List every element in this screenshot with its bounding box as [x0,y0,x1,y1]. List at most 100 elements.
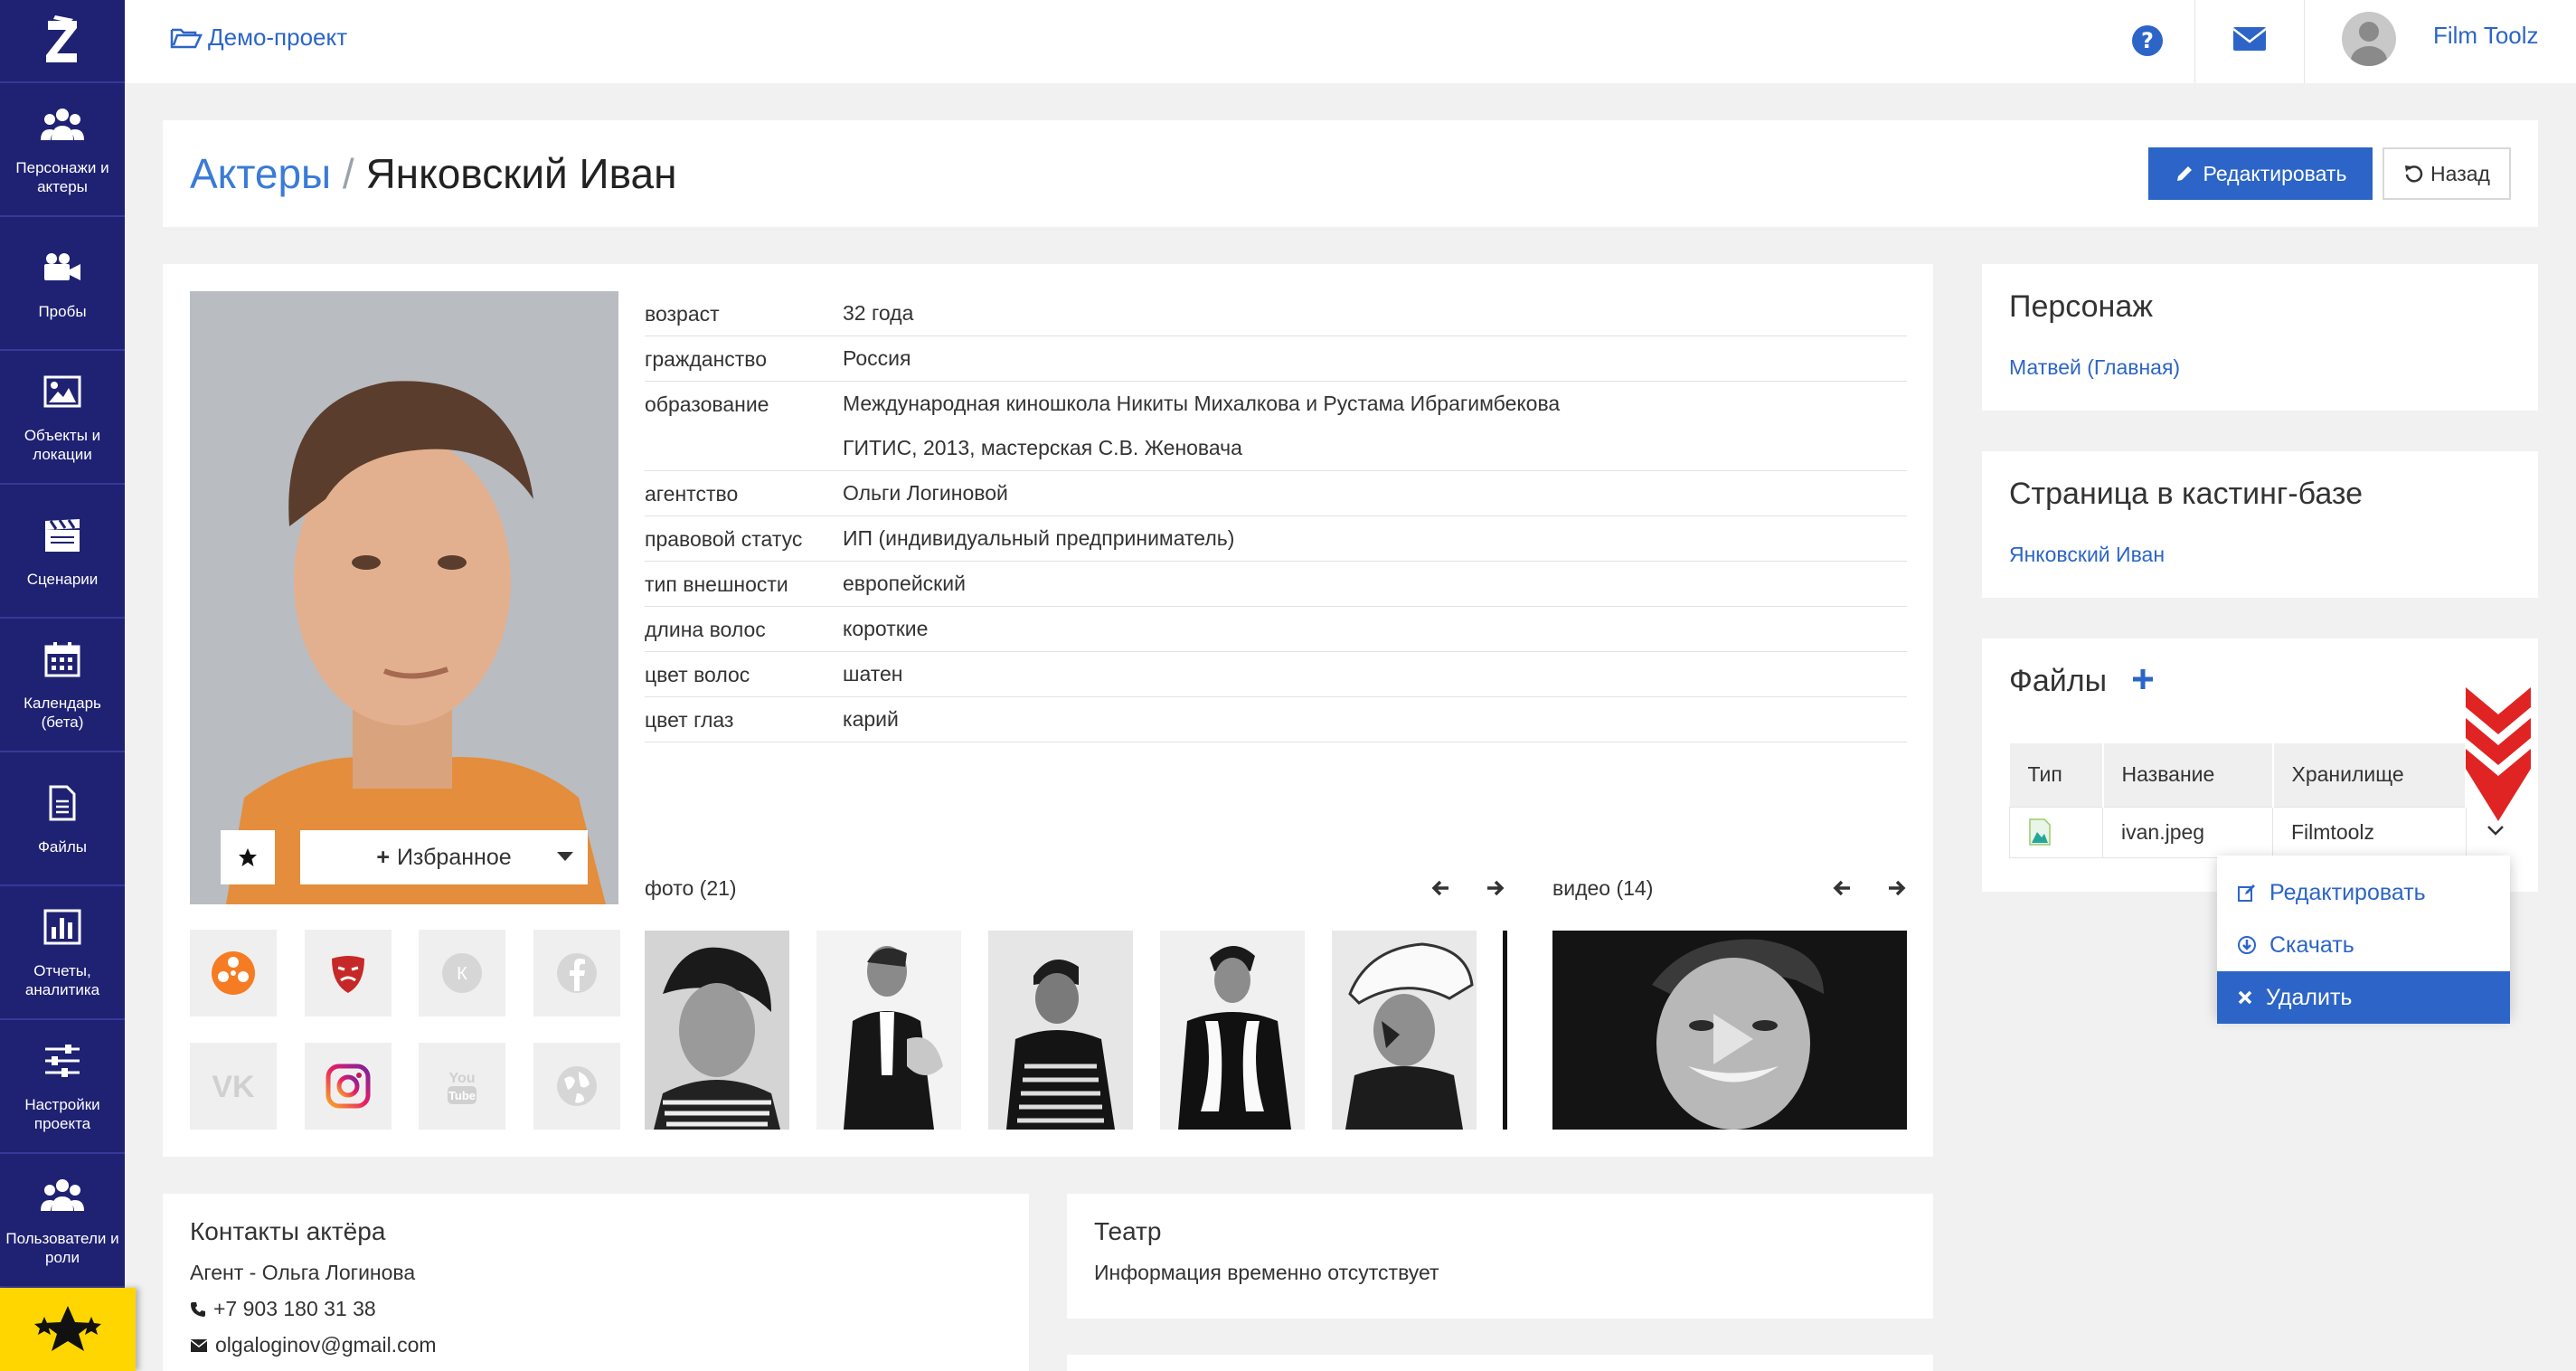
casting-title: Страница в кастинг-базе [2009,477,2363,511]
sidebar-item-label: Персонажи и актеры [15,159,109,195]
attention-marker [2462,687,2534,823]
back-button[interactable]: Назад [2383,147,2511,200]
add-file-button[interactable] [2131,667,2155,691]
attribute-row: длина волос короткие [645,607,1907,652]
sidebar-item-1[interactable]: Персонажи и актеры [0,83,125,217]
edit-button[interactable]: Редактировать [2148,147,2373,200]
globe-icon [557,1066,597,1106]
theatre-mask-icon [332,956,364,993]
star-button[interactable] [221,830,275,884]
photo-image [645,931,789,1130]
attribute-value: шатен [843,652,1907,696]
character-link[interactable]: Матвей (Главная) [2009,355,2180,380]
folder-open-icon [170,28,203,48]
files-table: Тип Название Хранилище ivan.jpeg Filmtoo… [2009,743,2467,858]
facebook-link[interactable] [533,930,620,1016]
attribute-key: правовой статус [645,527,803,551]
sidebar-item-4[interactable]: Сценарии [0,485,125,619]
menu-item-edit[interactable]: Редактировать [2217,866,2510,919]
attribute-value: европейский [843,562,1907,606]
menu-item-label: Удалить [2266,984,2353,1010]
help-button[interactable]: ? [2127,20,2168,61]
instagram-link[interactable] [305,1043,392,1130]
phone-icon [191,1301,205,1317]
file-name-cell[interactable]: ivan.jpeg [2102,806,2273,858]
photo-thumbnail[interactable] [1160,931,1305,1130]
top-bar: Демо-проект ? Film Toolz [125,0,2576,83]
photos-prev-button[interactable] [1430,877,1452,899]
attribute-value-line: ГИТИС, 2013, мастерская С.В. Женовача [843,436,1242,459]
edit-button-label: Редактировать [2203,161,2347,185]
youtube-link[interactable]: You Tube [419,1043,505,1130]
user-name[interactable]: Film Toolz [2433,22,2539,50]
attribute-value: 32 года [843,291,1907,336]
app-logo[interactable] [0,0,125,83]
kinopoisk-icon [212,951,255,995]
caret-down-icon [557,852,573,861]
photo-image [1160,931,1305,1130]
theatre-card: Театр Информация временно отсутствует [1067,1194,1933,1319]
kinoteatr-link[interactable]: К [419,930,505,1016]
sidebar-item-6[interactable]: Файлы [0,752,125,886]
sidebar-item-7[interactable]: Отчеты, аналитика [0,886,125,1020]
favorites-dropdown-button[interactable]: + Избранное [300,830,588,884]
videos-label: видео (14) [1552,876,1654,900]
attribute-row: гражданство Россия [645,336,1907,382]
attribute-row: агентство Ольги Логиновой [645,471,1907,516]
menu-item-times[interactable]: Удалить [2217,971,2510,1024]
sidebar-item-label: Календарь (бета) [24,695,101,731]
sidebar: Персонажи и актеры Пробы Объекты и локации… [0,0,136,1371]
vk-link[interactable]: VK [190,1043,277,1130]
attribute-key: образование [645,392,769,416]
sidebar-item-8[interactable]: Настройки проекта [0,1020,125,1154]
attribute-key: возраст [645,302,720,326]
sidebar-item-label: Файлы [37,837,87,856]
row-actions-toggle[interactable] [2486,823,2505,837]
breadcrumb-actors-link[interactable]: Актеры [190,150,331,197]
sidebar-item-3[interactable]: Объекты и локации [0,351,125,485]
character-title: Персонаж [2009,289,2153,324]
table-row[interactable]: ivan.jpeg Filmtoolz [2009,806,2467,858]
attribute-row: правовой статус ИП (индивидуальный предпр… [645,516,1907,562]
sidebar-item-label: Отчеты, аналитика [24,962,100,998]
attribute-value: карий [843,697,1907,742]
star-icon [239,848,257,866]
sidebar-item-9[interactable]: Пользователи и роли [0,1154,125,1288]
email-address[interactable]: olgaloginov@gmail.com [215,1333,437,1357]
video-thumbnail[interactable] [1552,931,1907,1130]
actor-profile-card: + Избранное К VK You Tube возраст 32 год… [163,264,1933,1157]
messages-button[interactable] [2232,24,2268,54]
menu-item-label: Скачать [2269,931,2354,958]
attribute-value-line: Россия [843,346,911,370]
photo-thumbnail[interactable] [1332,931,1477,1130]
attribute-value-line: Ольги Логиновой [843,481,1008,505]
photo-image [988,931,1133,1130]
sidebar-item-2[interactable]: Пробы [0,217,125,351]
favorites-star-button[interactable] [0,1288,136,1371]
chevron-down-icon [2487,826,2504,836]
project-link[interactable]: Демо-проект [170,24,347,52]
videos-prev-button[interactable] [1832,877,1854,899]
attribute-row: цвет волос шатен [645,652,1907,697]
theatre-link[interactable] [305,930,392,1016]
photo-thumbnail[interactable] [988,931,1133,1130]
videos-next-button[interactable] [1885,877,1907,899]
attribute-key: цвет глаз [645,708,734,732]
column-name: Название [2102,743,2274,807]
menu-item-download[interactable]: Скачать [2217,919,2510,971]
kinopoisk-link[interactable] [190,930,277,1016]
photo-image [1332,931,1477,1130]
phone-number[interactable]: +7 903 180 31 38 [213,1297,376,1321]
casting-link[interactable]: Янковский Иван [2009,543,2165,567]
actor-photo[interactable]: + Избранное [190,291,618,904]
photo-thumbnail[interactable] [816,931,961,1130]
photo-thumbnail[interactable] [645,931,789,1130]
image-file-icon [2029,818,2051,846]
photos-next-button[interactable] [1484,877,1505,899]
user-avatar[interactable] [2342,12,2396,66]
envelope-icon [2232,27,2267,51]
sidebar-item-5[interactable]: Календарь (бета) [0,619,125,752]
clapperboard-icon [43,514,81,557]
plus-icon: + [376,844,390,870]
website-link[interactable] [533,1043,620,1130]
